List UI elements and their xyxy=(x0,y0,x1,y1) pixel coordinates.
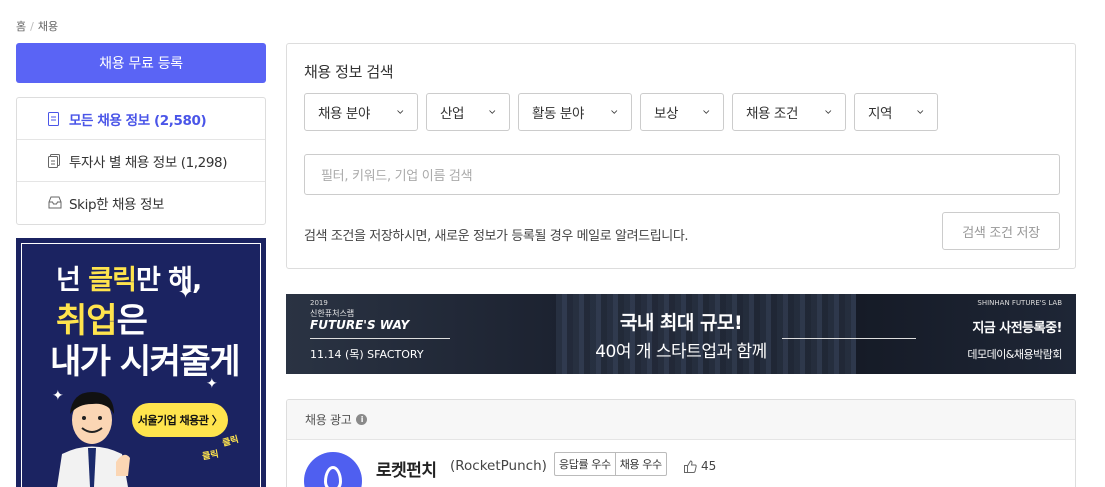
job-ads-header: 채용 광고 i xyxy=(287,400,1075,440)
job-ads-title: 채용 광고 xyxy=(305,413,352,427)
filter-label: 활동 분야 xyxy=(532,106,584,122)
company-logo[interactable] xyxy=(304,452,362,487)
save-search-button[interactable]: 검색 조건 저장 xyxy=(942,212,1060,250)
banner-headline: 국내 최대 규모! xyxy=(619,312,743,334)
banner-year: 2019 xyxy=(310,299,328,307)
sidebar-item-skipped[interactable]: Skip한 채용 정보 xyxy=(17,182,265,224)
rocket-drop-icon xyxy=(324,466,342,487)
chevron-down-icon xyxy=(825,110,832,114)
filter-industry[interactable]: 산업 xyxy=(426,93,510,131)
breadcrumb-home[interactable]: 홈 xyxy=(16,20,26,33)
sparkle-icon: ✦ xyxy=(206,376,218,392)
sidebar-item-all-jobs[interactable]: 모든 채용 정보 (2,580) xyxy=(17,98,265,140)
chevron-down-icon xyxy=(489,110,496,114)
sidebar-item-label: Skip한 채용 정보 xyxy=(69,197,164,213)
ad-text: 넌 xyxy=(56,265,89,296)
search-panel-title: 채용 정보 검색 xyxy=(304,63,394,81)
document-icon xyxy=(48,112,59,126)
thumbs-up-icon xyxy=(684,459,697,473)
seoul-jobs-button[interactable]: 서울기업 채용관 〉 xyxy=(132,403,228,437)
banner-cta: 지금 사전등록중! xyxy=(972,321,1062,336)
sidebar-item-label: 모든 채용 정보 (2,580) xyxy=(69,112,207,129)
chevron-down-icon xyxy=(703,110,710,114)
filter-compensation[interactable]: 보상 xyxy=(640,93,724,131)
sidebar-item-label: 투자사 별 채용 정보 (1,298) xyxy=(69,154,228,171)
company-badges: 응답률 우수 채용 우수 xyxy=(554,452,667,476)
job-search-panel: 채용 정보 검색 채용 분야 산업 활동 분야 보상 채용 조건 지역 필터, … xyxy=(286,43,1076,269)
banner-cta-sub: 데모데이&채용박람회 xyxy=(967,348,1062,361)
sparkle-icon: ✦ xyxy=(178,282,194,303)
sidebar-ad-banner[interactable]: 넌 클릭만 해, 취업은 내가 시켜줄게 ✦ ✦ ✦ 서울기업 채용관 〉 클릭… xyxy=(16,238,266,487)
event-banner[interactable]: 2019 신한퓨처스랩 FUTURE'S WAY 11.14 (목) SFACT… xyxy=(286,294,1076,374)
ad-text-highlight: 클릭 xyxy=(88,265,137,296)
company-english-name: (RocketPunch) xyxy=(450,458,547,474)
banner-subheadline: 40여 개 스타트업과 함께 xyxy=(595,342,767,362)
badge-response-rate: 응답률 우수 xyxy=(559,458,611,471)
filter-label: 산업 xyxy=(440,106,465,122)
filter-label: 채용 조건 xyxy=(746,106,798,122)
breadcrumb-current[interactable]: 채용 xyxy=(38,20,58,33)
chevron-down-icon xyxy=(917,110,924,114)
like-count: 45 xyxy=(701,459,717,473)
character-illustration xyxy=(57,392,130,487)
filter-bar: 채용 분야 산업 활동 분야 보상 채용 조건 지역 xyxy=(304,93,946,131)
filter-job-field[interactable]: 채용 분야 xyxy=(304,93,418,131)
filter-label: 채용 분야 xyxy=(318,106,370,122)
sidebar-item-by-investor[interactable]: 투자사 별 채용 정보 (1,298) xyxy=(17,140,265,182)
job-ads-section: 채용 광고 i 로켓펀치 (RocketPunch) 응답률 우수 채용 우수 … xyxy=(286,399,1076,487)
banner-lab-logo: SHINHAN FUTURE'S LAB xyxy=(977,299,1062,307)
filter-label: 지역 xyxy=(868,106,893,122)
chevron-down-icon xyxy=(611,110,618,114)
filter-activity-field[interactable]: 활동 분야 xyxy=(518,93,632,131)
info-icon[interactable]: i xyxy=(356,414,368,425)
company-name[interactable]: 로켓펀치 xyxy=(376,456,437,481)
chevron-down-icon xyxy=(397,110,404,114)
filter-employment-terms[interactable]: 채용 조건 xyxy=(732,93,846,131)
register-job-button[interactable]: 채용 무료 등록 xyxy=(16,43,266,83)
like-counter[interactable]: 45 xyxy=(684,459,716,473)
documents-icon xyxy=(48,154,60,168)
filter-label: 보상 xyxy=(654,106,679,122)
badge-hiring: 채용 우수 xyxy=(614,453,666,475)
sidebar-menu: 모든 채용 정보 (2,580) 투자사 별 채용 정보 (1,298) Ski… xyxy=(16,97,266,225)
search-input[interactable]: 필터, 키워드, 기업 이름 검색 xyxy=(304,154,1060,195)
filter-region[interactable]: 지역 xyxy=(854,93,938,131)
save-search-notice: 검색 조건을 저장하시면, 새로운 정보가 등록될 경우 메일로 알려드립니다. xyxy=(304,229,689,244)
inbox-icon xyxy=(48,196,62,209)
breadcrumb-separator: / xyxy=(30,20,34,33)
breadcrumb: 홈 / 채용 xyxy=(16,18,58,34)
